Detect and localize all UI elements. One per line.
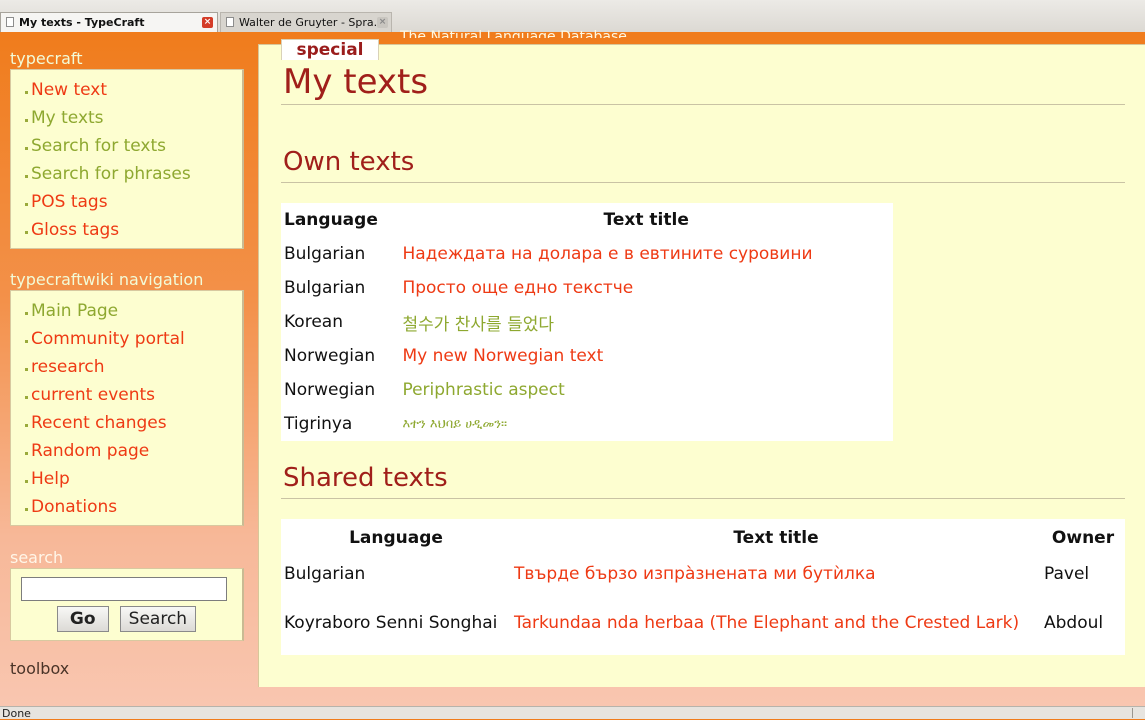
own-texts-divider (281, 182, 1125, 183)
page-title: My texts (283, 62, 429, 102)
close-tab-icon[interactable]: × (202, 17, 213, 28)
sidebar-item-research[interactable]: research (25, 353, 242, 381)
sidebar-item-current-events[interactable]: current events (25, 381, 242, 409)
sidebar-item-new-text[interactable]: New text (25, 76, 242, 104)
sidebar-item-search-phrases[interactable]: Search for phrases (25, 160, 242, 188)
language-cell: Norwegian (284, 380, 376, 400)
sidebar-item-pos-tags[interactable]: POS tags (25, 188, 242, 216)
shared-texts-divider (281, 498, 1125, 499)
status-text: Done (2, 707, 31, 720)
text-title-link[interactable]: My new Norwegian text (399, 339, 893, 373)
owner-cell: Pavel (1044, 564, 1090, 584)
status-bar: Done (0, 706, 1145, 720)
column-header-text-title: Text title (603, 210, 689, 230)
column-header-language: Language (284, 210, 378, 230)
language-cell: Bulgarian (284, 244, 366, 264)
search-button[interactable]: Search (119, 606, 197, 632)
table-row: Bulgarian Просто още едно текстче (281, 271, 893, 305)
sidebar-item-gloss-tags[interactable]: Gloss tags (25, 216, 242, 244)
typecraft-menu: New text My texts Search for texts Searc… (10, 69, 244, 249)
text-title-link[interactable]: 철수가 찬사를 들었다 (399, 305, 893, 339)
sidebar-item-donations[interactable]: Donations (25, 493, 242, 521)
language-cell: Koyraboro Senni Songhai (284, 613, 498, 633)
portlet-title-typecraft: typecraft (10, 49, 83, 68)
shared-texts-table: Language Text title Owner Bulgarian Твър… (281, 519, 1125, 655)
text-title-link[interactable]: Periphrastic aspect (399, 373, 893, 407)
wiki-navigation-menu: Main Page Community portal research curr… (10, 290, 244, 526)
text-title-link[interactable]: Tarkundaa nda herbaa (The Elephant and t… (511, 591, 1041, 655)
owner-cell: Abdoul (1044, 613, 1104, 633)
table-row: Bulgarian Надеждата на долара е в евтини… (281, 237, 893, 271)
page-icon (226, 17, 234, 27)
sidebar-item-main-page[interactable]: Main Page (25, 297, 242, 325)
sidebar-item-recent-changes[interactable]: Recent changes (25, 409, 242, 437)
column-header-language: Language (349, 528, 443, 548)
text-title-link[interactable]: Просто още едно текстче (399, 271, 893, 305)
column-header-text-title: Text title (733, 528, 819, 548)
portlet-title-toolbox: toolbox (10, 659, 70, 678)
own-texts-table: Language Text title Bulgarian Надеждата … (281, 203, 893, 441)
text-title-link[interactable]: Надеждата на долара е в евтините суровин… (399, 237, 893, 271)
text-title-link[interactable]: እተን እህባይ ሀዲመን። (399, 407, 893, 441)
close-tab-icon[interactable]: × (377, 17, 388, 28)
language-cell: Korean (284, 312, 343, 332)
browser-tab-label: My texts - TypeCraft (19, 16, 145, 29)
title-divider (281, 104, 1125, 105)
sidebar-item-community-portal[interactable]: Community portal (25, 325, 242, 353)
browser-tab-strip: My texts - TypeCraft × Walter de Gruyter… (0, 0, 1145, 33)
go-button[interactable]: Go (56, 606, 109, 632)
browser-tab-active[interactable]: My texts - TypeCraft × (0, 12, 218, 32)
shared-texts-heading: Shared texts (283, 463, 448, 493)
sidebar: typecraft New text My texts Search for t… (0, 32, 258, 679)
text-title-link[interactable]: Твърде бързо изпра̀знената ми бутѝлка (511, 557, 1041, 591)
column-header-owner: Owner (1051, 528, 1115, 548)
sidebar-item-search-texts[interactable]: Search for texts (25, 132, 242, 160)
portlet-title-search: search (10, 548, 64, 567)
table-row: Norwegian My new Norwegian text (281, 339, 893, 373)
sidebar-item-my-texts[interactable]: My texts (25, 104, 242, 132)
own-texts-heading: Own texts (283, 147, 415, 177)
special-tab[interactable]: special (281, 39, 379, 60)
table-row: Bulgarian Твърде бързо изпра̀знената ми … (281, 557, 1125, 591)
language-cell: Bulgarian (284, 278, 366, 298)
resize-grip-icon[interactable] (1132, 708, 1141, 718)
browser-tab-inactive[interactable]: Walter de Gruyter - Spra... × (220, 12, 392, 32)
page-icon (6, 17, 14, 27)
language-cell: Bulgarian (284, 564, 366, 584)
table-row: Tigrinya እተን እህባይ ሀዲመን። (281, 407, 893, 441)
language-cell: Tigrinya (284, 414, 353, 434)
table-row: Norwegian Periphrastic aspect (281, 373, 893, 407)
table-row: Korean 철수가 찬사를 들었다 (281, 305, 893, 339)
sidebar-item-help[interactable]: Help (25, 465, 242, 493)
table-header-row: Language Text title Owner (281, 519, 1125, 557)
search-input[interactable] (21, 577, 227, 601)
sidebar-item-random-page[interactable]: Random page (25, 437, 242, 465)
search-portlet: Go Search (10, 568, 244, 641)
language-cell: Norwegian (284, 346, 376, 366)
table-header-row: Language Text title (281, 203, 893, 237)
browser-tab-label: Walter de Gruyter - Spra... (239, 16, 385, 29)
table-row: Koyraboro Senni Songhai Tarkundaa nda he… (281, 591, 1125, 655)
portlet-title-wiki: typecraftwiki navigation (10, 270, 204, 289)
